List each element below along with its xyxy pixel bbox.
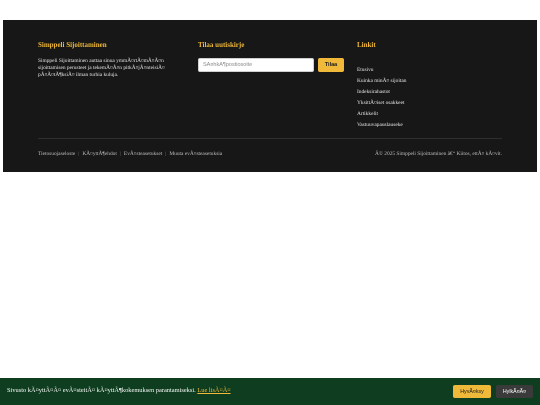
list-item: Kuinka minÃ¤ sijoitan bbox=[357, 69, 507, 84]
decline-cookies-button[interactable]: HylkÃ¤Ã¤ bbox=[496, 385, 533, 398]
site-footer: Simppeli Sijoittaminen Simppeli Sijoitta… bbox=[3, 20, 537, 172]
separator: | bbox=[119, 151, 121, 157]
cookie-banner: Sivusto kÃ¤yttÃ¤Ã¤ evÃ¤steitÃ¤ kÃ¤yttÃ¶k… bbox=[0, 378, 540, 405]
cookie-message-wrapper: Sivusto kÃ¤yttÃ¤Ã¤ evÃ¤steitÃ¤ kÃ¤yttÃ¶k… bbox=[7, 387, 231, 394]
about-title: Simppeli Sijoittaminen bbox=[38, 41, 107, 49]
copyright-text: Â© 2025 Simppeli Sijoittaminen â€“ Kiito… bbox=[374, 151, 502, 157]
newsletter-title: Tilaa uutiskirje bbox=[198, 41, 245, 49]
about-description: Simppeli Sijoittaminen auttaa sinua ymmÃ… bbox=[38, 58, 165, 78]
separator: | bbox=[78, 151, 80, 157]
link-kayttoehdot[interactable]: KÃ¤yttÃ¶ehdot bbox=[82, 151, 116, 157]
link-vastuuvapauslauseke[interactable]: Vastuuvapauslauseke bbox=[357, 122, 403, 128]
link-tietosuojaseloste[interactable]: Tietosuojaseloste bbox=[38, 151, 75, 157]
links-list: Etusivu Kuinka minÃ¤ sijoitan Indeksirah… bbox=[357, 58, 507, 128]
email-input[interactable] bbox=[198, 58, 314, 72]
list-item: Vastuuvapauslauseke bbox=[357, 113, 507, 128]
list-item: YksittÃ¤iset osakkeet bbox=[357, 91, 507, 106]
accept-cookies-button[interactable]: HyvÃ¤ksy bbox=[453, 385, 491, 398]
legal-links: Tietosuojaseloste | KÃ¤yttÃ¶ehdot | EvÃ¤stea… bbox=[38, 151, 222, 157]
link-evasteasetukset[interactable]: EvÃ¤steasetukset bbox=[124, 151, 162, 157]
separator: | bbox=[165, 151, 167, 157]
footer-about-column: Simppeli Sijoittaminen Simppeli Sijoitta… bbox=[38, 41, 178, 79]
link-muuta-evasteasetuksia[interactable]: Muuta evÃ¤steasetuksia bbox=[169, 151, 222, 157]
list-item: Indeksirahastot bbox=[357, 80, 507, 95]
list-item: Etusivu bbox=[357, 58, 507, 73]
footer-links-column: Linkit Etusivu Kuinka minÃ¤ sijoitan Ind… bbox=[357, 41, 507, 128]
cookie-message: Sivusto kÃ¤yttÃ¤Ã¤ evÃ¤steitÃ¤ kÃ¤yttÃ¶k… bbox=[7, 387, 196, 394]
links-title: Linkit bbox=[357, 41, 376, 49]
read-more-link[interactable]: Lue lisÃ¤Ã¤ bbox=[197, 387, 230, 394]
footer-newsletter-column: Tilaa uutiskirje Tilaa bbox=[198, 41, 348, 72]
newsletter-form: Tilaa bbox=[198, 58, 348, 72]
footer-divider bbox=[38, 138, 502, 139]
subscribe-button[interactable]: Tilaa bbox=[318, 58, 344, 72]
